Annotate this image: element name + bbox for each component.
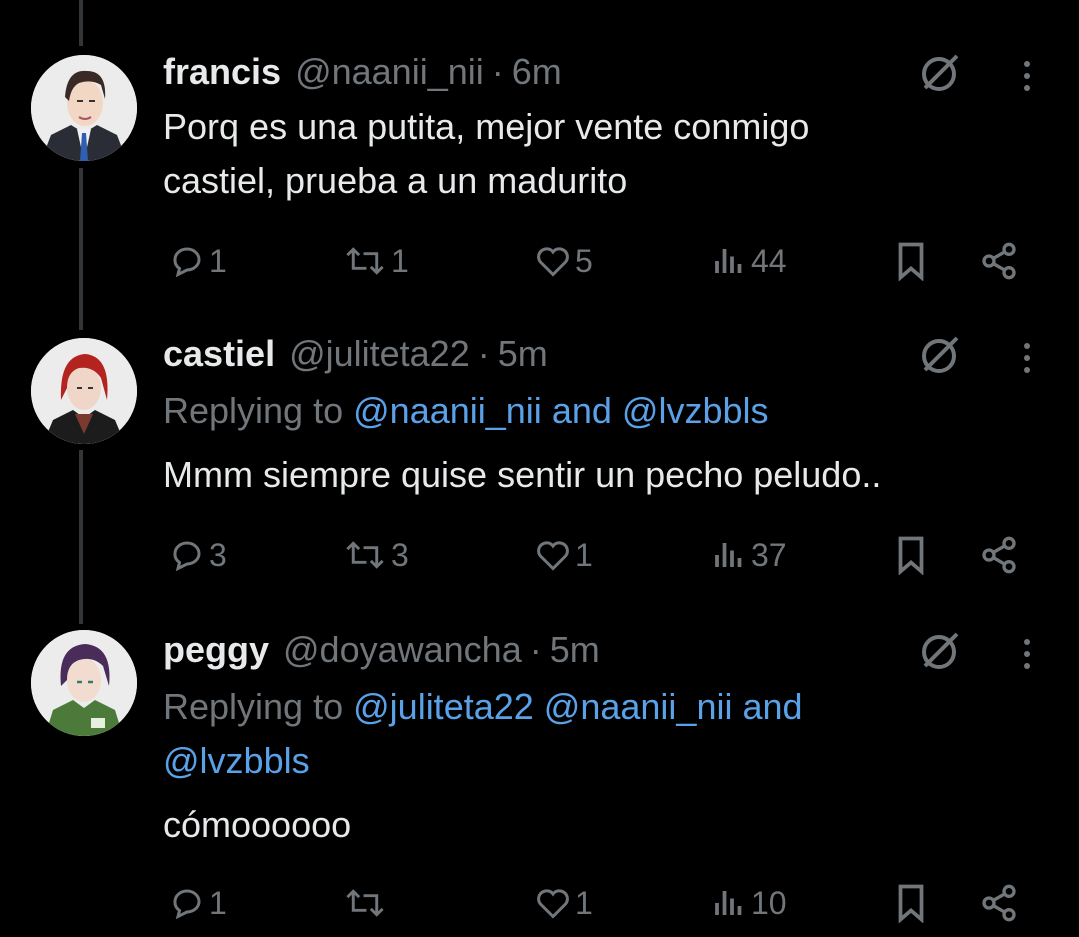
- reply-icon: [173, 889, 201, 920]
- retweet-icon: [346, 889, 384, 917]
- avatar[interactable]: [31, 55, 137, 161]
- more-icon[interactable]: [1017, 634, 1037, 678]
- retweet-icon: [346, 247, 384, 275]
- views-count: 10: [751, 884, 787, 921]
- like-button[interactable]: 1: [535, 878, 593, 928]
- like-icon: [537, 541, 569, 571]
- tweet-text-line: cómoooooo: [163, 804, 352, 845]
- share-button[interactable]: [979, 878, 1019, 928]
- like-count: 1: [575, 536, 593, 573]
- tweet-text-line: Porq es una putita, mejor vente conmigo: [163, 106, 810, 147]
- tweet-text: Mmm siempre quise sentir un pecho peludo…: [163, 448, 1059, 502]
- reply-button[interactable]: 3: [169, 530, 227, 580]
- retweet-count: 1: [391, 242, 409, 279]
- retweet-button[interactable]: [343, 878, 391, 928]
- avatar[interactable]: [31, 630, 137, 736]
- mention-link[interactable]: @naanii_nii: [353, 390, 542, 431]
- like-icon: [537, 247, 569, 277]
- replying-to-label: Replying to: [163, 686, 344, 727]
- tweet[interactable]: peggy @doyawancha · 5m Replying to @juli…: [0, 620, 1079, 937]
- views-button[interactable]: 37: [711, 530, 787, 580]
- bookmark-icon: [898, 536, 924, 575]
- mention-link[interactable]: @lvzbbls: [622, 390, 769, 431]
- retweet-icon: [346, 541, 384, 569]
- reply-count: 1: [209, 884, 227, 921]
- reply-count: 3: [209, 536, 227, 573]
- tweet-actions: 1 1 5 44: [163, 236, 1043, 286]
- retweet-button[interactable]: 3: [343, 530, 409, 580]
- tweet-actions: 3 3 1 37: [163, 530, 1043, 580]
- grok-icon[interactable]: [917, 52, 961, 96]
- avatar[interactable]: [31, 338, 137, 444]
- share-button[interactable]: [979, 236, 1019, 286]
- share-button[interactable]: [979, 530, 1019, 580]
- views-count: 44: [751, 242, 787, 279]
- like-button[interactable]: 1: [535, 530, 593, 580]
- replying-to: Replying to @naanii_nii and @lvzbbls: [163, 384, 1059, 438]
- reply-icon: [173, 541, 201, 572]
- mention-conjunction: and: [742, 686, 803, 727]
- user-handle[interactable]: @naanii_nii: [295, 51, 484, 93]
- bookmark-icon: [898, 884, 924, 923]
- like-count: 5: [575, 242, 593, 279]
- separator-dot: ·: [529, 629, 542, 670]
- reply-count: 1: [209, 242, 227, 279]
- bookmark-button[interactable]: [893, 236, 929, 286]
- more-icon[interactable]: [1017, 56, 1037, 100]
- bookmark-button[interactable]: [893, 878, 929, 928]
- display-name[interactable]: castiel: [163, 333, 275, 375]
- timestamp[interactable]: 6m: [512, 51, 562, 93]
- share-icon: [982, 242, 1016, 280]
- tweet-text: cómoooooo: [163, 798, 1059, 852]
- views-button[interactable]: 44: [711, 236, 787, 286]
- share-icon: [982, 884, 1016, 922]
- timestamp[interactable]: 5m: [498, 333, 548, 375]
- views-icon: [715, 249, 742, 273]
- separator-dot: ·: [491, 51, 504, 92]
- tweet-text-line: castiel, prueba a un madurito: [163, 160, 628, 201]
- reply-button[interactable]: 1: [169, 236, 227, 286]
- bookmark-icon: [898, 242, 924, 281]
- like-count: 1: [575, 884, 593, 921]
- tweet[interactable]: castiel @juliteta22 · 5m Replying to @na…: [0, 320, 1079, 620]
- tweet[interactable]: francis @naanii_nii · 6m Porq es una put…: [0, 0, 1079, 320]
- like-button[interactable]: 5: [535, 236, 593, 286]
- user-handle[interactable]: @doyawancha: [283, 629, 522, 671]
- separator-dot: ·: [477, 333, 490, 374]
- share-icon: [982, 536, 1016, 574]
- views-icon: [715, 543, 742, 567]
- retweet-button[interactable]: 1: [343, 236, 409, 286]
- mention-link[interactable]: @naanii_nii: [544, 686, 733, 727]
- grok-icon[interactable]: [917, 334, 961, 378]
- mention-link[interactable]: @juliteta22: [353, 686, 534, 727]
- views-icon: [715, 891, 742, 915]
- display-name[interactable]: peggy: [163, 629, 269, 671]
- grok-icon[interactable]: [917, 630, 961, 674]
- timestamp[interactable]: 5m: [550, 629, 600, 671]
- mention-link[interactable]: @lvzbbls: [163, 740, 310, 781]
- replying-to-label: Replying to: [163, 390, 344, 431]
- tweet-actions: 1 1 10: [163, 878, 1043, 928]
- bookmark-button[interactable]: [893, 530, 929, 580]
- like-icon: [537, 889, 569, 919]
- reply-icon: [173, 247, 201, 278]
- mention-conjunction: and: [551, 390, 612, 431]
- retweet-count: 3: [391, 536, 409, 573]
- display-name[interactable]: francis: [163, 51, 281, 93]
- tweet-text: Porq es una putita, mejor vente conmigo …: [163, 100, 1059, 208]
- tweet-text-line: Mmm siempre quise sentir un pecho peludo…: [163, 454, 882, 495]
- user-handle[interactable]: @juliteta22: [289, 333, 470, 375]
- views-button[interactable]: 10: [711, 878, 787, 928]
- reply-button[interactable]: 1: [169, 878, 227, 928]
- replying-to: Replying to @juliteta22 @naanii_nii and …: [163, 680, 1059, 788]
- more-icon[interactable]: [1017, 338, 1037, 382]
- views-count: 37: [751, 536, 787, 573]
